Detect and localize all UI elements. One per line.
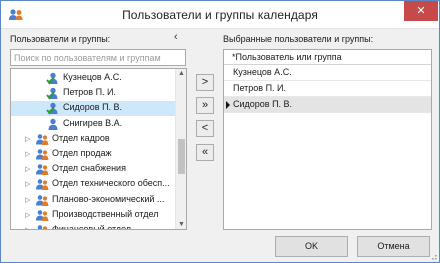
tree-group-item[interactable]: ▷ Отдел технического обесп...: [11, 177, 176, 192]
tree-user-item[interactable]: Сидоров П. В.: [11, 101, 176, 117]
users-groups-label: Пользователи и группы:: [10, 34, 111, 44]
tree-group-item[interactable]: ▷ Планово-экономический ...: [11, 193, 176, 208]
scroll-up-icon[interactable]: ▲: [178, 70, 185, 77]
resize-grip-icon[interactable]: [429, 252, 437, 260]
selected-users-label: Выбранные пользователи и группы:: [223, 34, 374, 44]
group-icon: [35, 132, 50, 147]
tree-group-item[interactable]: ▷ Отдел снабжения: [11, 162, 176, 177]
remove-all-button[interactable]: «: [196, 144, 214, 161]
user-icon: [46, 117, 61, 132]
selected-users-grid[interactable]: *Пользователь или группа Кузнецов А.С. Пе…: [223, 49, 432, 230]
users-tree[interactable]: ▷ Финансовый отдел ▷ Производственный отдел…: [10, 68, 187, 230]
tree-group-item[interactable]: ▷ Финансовый отдел: [11, 223, 176, 230]
close-button[interactable]: ✕: [404, 1, 438, 21]
ok-button[interactable]: OK: [275, 236, 348, 257]
calendar-users-dialog: Пользователи и группы календаря ✕ Пользо…: [0, 0, 440, 263]
group-icon: [35, 208, 50, 223]
tree-user-item[interactable]: Петров П. И.: [11, 86, 176, 101]
grid-column-header: *Пользователь или группа: [232, 52, 342, 62]
checked-user-icon: [46, 101, 61, 116]
window-title: Пользователи и группы календаря: [122, 8, 318, 22]
row-indicator-icon: [224, 81, 232, 96]
expand-arrow-icon[interactable]: ▷: [25, 150, 30, 158]
tree-item-label: Отдел продаж: [52, 148, 112, 158]
group-icon: [35, 177, 50, 192]
tree-scrollbar[interactable]: ▲ ▼: [175, 69, 186, 229]
search-input[interactable]: [10, 49, 186, 66]
remove-selected-button[interactable]: <: [196, 120, 214, 137]
group-icon: [35, 162, 50, 177]
title-bar[interactable]: Пользователи и группы календаря ✕: [1, 1, 439, 29]
grid-row[interactable]: Кузнецов А.С.: [224, 65, 431, 81]
grid-cell: Петров П. И.: [233, 83, 287, 93]
expand-arrow-icon[interactable]: ▷: [25, 211, 30, 219]
tree-item-label: Отдел кадров: [52, 132, 110, 143]
grid-row[interactable]: Петров П. И.: [224, 81, 431, 97]
tree-user-item[interactable]: Снигирев В.А.: [11, 117, 176, 132]
group-icon: [35, 147, 50, 162]
collapse-panel-icon[interactable]: ‹: [174, 31, 178, 43]
add-all-button[interactable]: »: [196, 97, 214, 114]
tree-user-item[interactable]: Кузнецов А.С.: [11, 71, 176, 86]
group-icon: [35, 193, 50, 208]
tree-item-label: Петров П. И.: [63, 87, 117, 98]
expand-arrow-icon[interactable]: ▷: [25, 165, 30, 173]
tree-item-label: Производственный отдел: [52, 208, 159, 219]
tree-item-label: Кузнецов А.С.: [63, 72, 122, 82]
scroll-thumb[interactable]: [178, 139, 185, 174]
tree-group-item[interactable]: ▷ Отдел продаж: [11, 147, 176, 162]
tree-item-label: Отдел технического обесп...: [52, 178, 170, 189]
expand-arrow-icon[interactable]: ▷: [25, 226, 30, 229]
scroll-down-icon[interactable]: ▼: [178, 221, 185, 228]
grid-cell: Сидоров П. В.: [233, 99, 293, 109]
expand-arrow-icon[interactable]: ▷: [25, 196, 30, 204]
tree-group-item[interactable]: ▷ Отдел кадров: [11, 132, 176, 147]
expand-arrow-icon[interactable]: ▷: [25, 135, 30, 143]
row-indicator-icon: [224, 97, 232, 112]
expand-arrow-icon[interactable]: ▷: [25, 180, 30, 188]
checked-user-icon: [46, 86, 61, 101]
cancel-button[interactable]: Отмена: [357, 236, 430, 257]
tree-item-label: Сидоров П. В.: [63, 102, 123, 113]
tree-group-item[interactable]: ▷ Производственный отдел: [11, 208, 176, 223]
grid-cell: Кузнецов А.С.: [233, 67, 292, 77]
tree-item-label: Снигирев В.А.: [63, 117, 123, 128]
grid-row[interactable]: Сидоров П. В.: [224, 97, 431, 113]
add-selected-button[interactable]: >: [196, 74, 214, 91]
checked-user-icon: [46, 71, 61, 86]
tree-item-label: Финансовый отдел: [52, 224, 132, 230]
tree-item-label: Отдел снабжения: [52, 163, 126, 174]
row-indicator-icon: [224, 65, 232, 80]
group-icon: [35, 223, 50, 229]
grid-header[interactable]: *Пользователь или группа: [224, 50, 431, 65]
tree-item-label: Планово-экономический ...: [52, 193, 165, 204]
